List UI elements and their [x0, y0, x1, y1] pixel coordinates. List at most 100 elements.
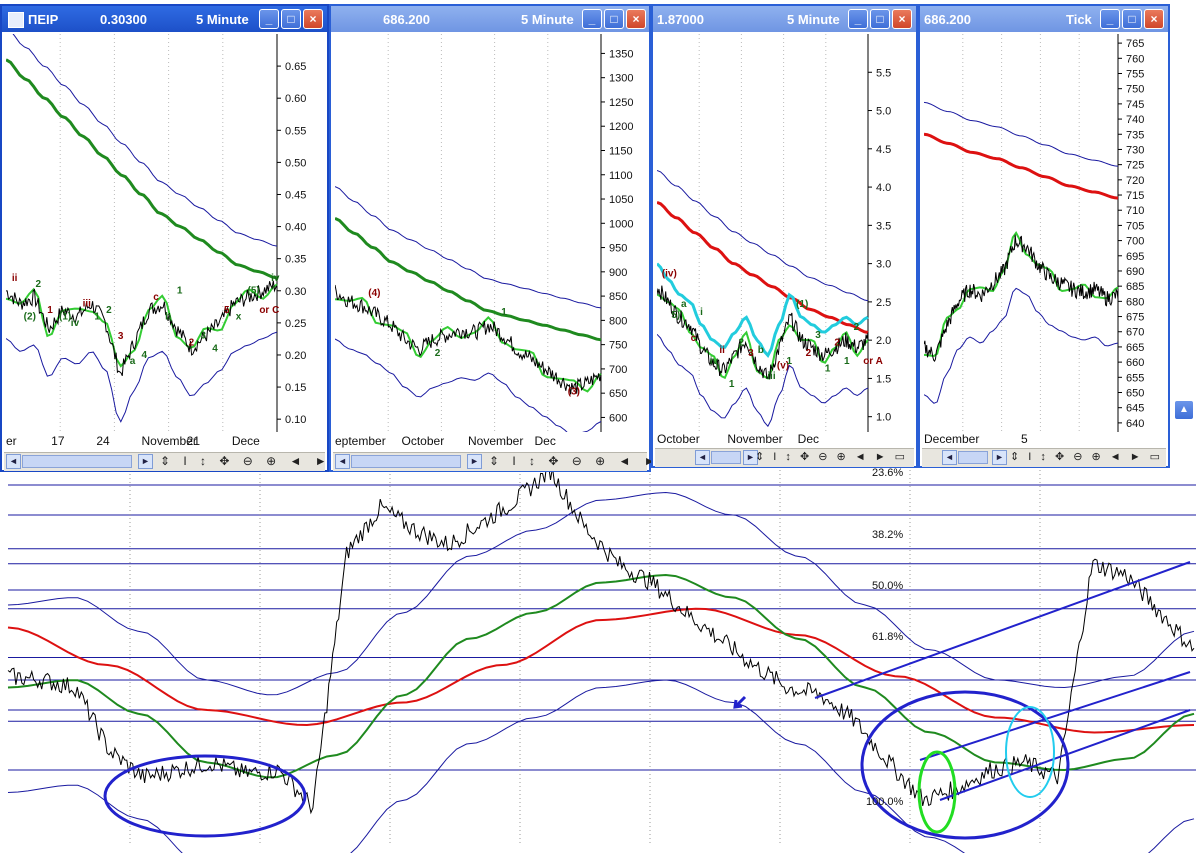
minimize-button[interactable]: _ [848, 9, 868, 29]
scrollbar-thumb[interactable] [958, 451, 988, 464]
wave-label: iv [710, 356, 719, 367]
y-tick-label: 690 [1126, 266, 1144, 278]
x-tick-label: er [6, 434, 17, 448]
y-tick-label: 750 [609, 340, 627, 352]
price-line [924, 234, 1119, 362]
wave-label: 2 [106, 305, 112, 316]
maximize-button[interactable]: □ [870, 9, 890, 29]
y-tick-label: 715 [1126, 190, 1144, 202]
minimize-button[interactable]: _ [1100, 9, 1120, 29]
y-tick-label: 650 [1126, 388, 1144, 400]
wave-label: ii [12, 273, 18, 284]
x-tick-label: 24 [96, 434, 110, 448]
y-tick-label: 4.5 [876, 144, 891, 156]
maximize-button[interactable]: □ [1122, 9, 1142, 29]
wave-label: 2 [435, 348, 441, 359]
maximize-button[interactable]: □ [604, 9, 624, 29]
y-tick-label: 0.40 [285, 222, 306, 234]
y-tick-label: 1300 [609, 73, 633, 85]
wave-label: 2 [189, 337, 195, 348]
scroll-right-button[interactable]: ► [138, 454, 153, 469]
scroll-left-button[interactable]: ◄ [335, 454, 350, 469]
scroll-left-button[interactable]: ◄ [942, 450, 957, 465]
y-tick-label: 800 [609, 315, 627, 327]
x-tick-label: 17 [51, 434, 65, 448]
scrollbar-thumb[interactable] [22, 455, 132, 468]
x-tick-label: 21 [186, 434, 201, 448]
y-tick-label: 640 [1126, 418, 1144, 430]
wave-label: (iv) [662, 269, 677, 280]
y-tick-label: 670 [1126, 327, 1144, 339]
horizontal-scrollbar[interactable]: ◄ ► ⇕ I ↕ ✥ ⊖ ⊕ ◄ ► ▭ [922, 448, 1166, 467]
x-tick-label: October [657, 432, 700, 446]
chart-window-1[interactable]: ПΕΙΡ 0.30300 5 Minute _ □ × 0.65 0.60 0.55… [0, 4, 351, 472]
x-tick-label: Dec [534, 434, 556, 448]
fib-label: 50.0% [872, 580, 903, 592]
chart-plot[interactable]: 5.55.04.54.03.53.02.52.01.51.0(iv)5)acii… [657, 34, 916, 432]
scroll-right-button[interactable]: ► [467, 454, 482, 469]
scroll-up-button[interactable]: ▲ [1174, 400, 1194, 420]
red-moving-average [924, 132, 1119, 200]
close-button[interactable]: × [892, 9, 912, 29]
y-tick-label: 645 [1126, 403, 1144, 415]
fib-label: 61.8% [872, 631, 903, 643]
y-tick-label: 705 [1126, 220, 1144, 232]
wave-label: 4 [142, 350, 148, 361]
scrollbar-thumb[interactable] [351, 455, 461, 468]
chart-plot[interactable]: 765 760 755 750 745 740 735 730 725 720 715 710 705 7… [924, 34, 1168, 432]
y-tick-label: 0.35 [285, 254, 306, 266]
scroll-right-button[interactable]: ► [992, 450, 1007, 465]
y-tick-label: 730 [1126, 144, 1144, 156]
window-titlebar[interactable]: 686.200 Tick _ □ × [920, 6, 1168, 32]
x-tick-label: 5 [1021, 432, 1028, 446]
window-interval: 5 Minute [787, 12, 840, 27]
wave-label: iv [71, 318, 80, 329]
window-titlebar[interactable]: 1.87000 5 Minute _ □ × [653, 6, 916, 32]
fib-label: 38.2% [872, 529, 903, 541]
wave-label: 5) [671, 310, 680, 321]
y-tick-label: 1000 [609, 218, 633, 230]
y-tick-label: 2.0 [876, 335, 891, 347]
wave-label: 1 [177, 286, 183, 297]
window-titlebar[interactable]: 686.200 5 Minute _ □ × [331, 6, 649, 32]
close-button[interactable]: × [1144, 9, 1164, 29]
window-interval: 5 Minute [521, 12, 574, 27]
wave-label: 1 [825, 363, 831, 374]
close-button[interactable]: × [626, 9, 646, 29]
y-tick-label: 760 [1126, 53, 1144, 65]
horizontal-scrollbar[interactable]: ◄ ► ⇕ I ↕ ✥ ⊖ ⊕ ◄ ► ▭ [655, 448, 914, 467]
maximize-button[interactable]: □ [281, 9, 301, 29]
chart-toolbar[interactable]: ⇕ I ↕ ✥ ⊖ ⊕ ◄ ► ▭ [1010, 450, 1163, 463]
chart-plot[interactable]: 1350 1300 1250 1200 1150 1100 1050 1000 950 900 85… [335, 34, 649, 432]
wave-label: iii [83, 298, 92, 309]
x-tick-label: November [468, 434, 524, 448]
green-moving-average [6, 58, 278, 280]
chart-toolbar[interactable]: ⇕ I ↕ ✥ ⊖ ⊕ ◄ ► ▭ [160, 454, 356, 468]
horizontal-scrollbar[interactable]: ◄ ► ⇕ I ↕ ✥ ⊖ ⊕ ◄ ► ▭ [333, 452, 680, 471]
scroll-left-button[interactable]: ◄ [695, 450, 710, 465]
y-tick-label: 1350 [609, 48, 633, 60]
chart-plot[interactable]: 0.65 0.60 0.55 0.50 0.45 0.40 0.35 0.30 0.25 0.20… [6, 34, 327, 432]
wave-label: 1 [844, 356, 850, 367]
y-tick-label: 660 [1126, 357, 1144, 369]
y-tick-label: 700 [609, 364, 627, 376]
horizontal-scrollbar[interactable]: ◄ ► ⇕ I ↕ ✥ ⊖ ⊕ ◄ ► ▭ [4, 452, 351, 471]
scroll-left-button[interactable]: ◄ [6, 454, 21, 469]
y-tick-label: 3.5 [876, 220, 891, 232]
close-button[interactable]: × [303, 9, 323, 29]
wave-label: 3 [118, 331, 124, 342]
chart-window-4[interactable]: 686.200 Tick _ □ × 765 760 755 750 745 740 735… [918, 4, 1170, 468]
x-tick-label: eptember [335, 434, 386, 448]
chart-window-2[interactable]: 686.200 5 Minute _ □ × 1350 1300 1250 1200 1… [329, 4, 680, 472]
minimize-button[interactable]: _ [259, 9, 279, 29]
chart-toolbar[interactable]: ⇕ I ↕ ✥ ⊖ ⊕ ◄ ► ▭ [755, 450, 908, 463]
window-last-price: 686.200 [924, 12, 971, 27]
scrollbar-thumb[interactable] [711, 451, 741, 464]
minimize-button[interactable]: _ [582, 9, 602, 29]
upper-band [12, 34, 278, 247]
chart-window-3[interactable]: 1.87000 5 Minute _ □ × 5.5 5.0 4.5 4.0 3.5 3.… [651, 4, 918, 468]
window-titlebar[interactable]: ПΕΙΡ 0.30300 5 Minute _ □ × [2, 6, 327, 32]
y-tick-label: 0.55 [285, 125, 306, 137]
y-tick-label: 680 [1126, 296, 1144, 308]
y-tick-label: 950 [609, 243, 627, 255]
